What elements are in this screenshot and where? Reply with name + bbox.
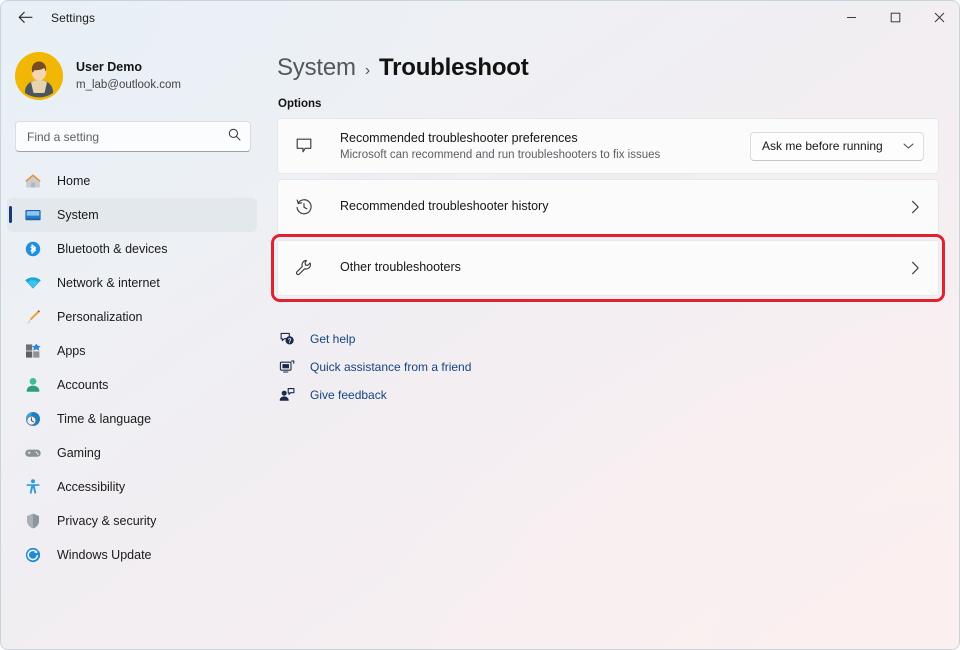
sidebar-item-apps[interactable]: Apps bbox=[7, 334, 257, 368]
search-placeholder: Find a setting bbox=[27, 130, 99, 144]
sidebar-item-system[interactable]: System bbox=[7, 198, 257, 232]
profile-name: User Demo bbox=[76, 60, 181, 76]
user-profile[interactable]: User Demo m_lab@outlook.com bbox=[15, 48, 263, 104]
avatar bbox=[15, 52, 63, 100]
sidebar-item-personalization[interactable]: Personalization bbox=[7, 300, 257, 334]
breadcrumb: System › Troubleshoot bbox=[277, 54, 960, 82]
breadcrumb-parent[interactable]: System bbox=[277, 54, 356, 82]
card-other-troubleshooters[interactable]: Other troubleshooters bbox=[277, 240, 939, 296]
section-label: Options bbox=[278, 98, 960, 110]
sidebar-item-label: Accessibility bbox=[57, 480, 125, 494]
clock-globe-icon bbox=[23, 409, 43, 429]
link-label: Give feedback bbox=[310, 388, 387, 402]
chevron-right-icon bbox=[911, 200, 920, 214]
sidebar-item-label: Privacy & security bbox=[57, 514, 156, 528]
sidebar-item-label: Network & internet bbox=[57, 276, 160, 290]
maximize-button[interactable] bbox=[873, 1, 917, 34]
minimize-button[interactable] bbox=[829, 1, 873, 34]
sidebar: User Demo m_lab@outlook.com Find a setti… bbox=[1, 34, 263, 650]
sidebar-item-home[interactable]: Home bbox=[7, 164, 257, 198]
bluetooth-icon bbox=[23, 239, 43, 259]
paintbrush-icon bbox=[23, 307, 43, 327]
speech-bubble-icon bbox=[292, 134, 316, 158]
sidebar-item-label: Apps bbox=[57, 344, 86, 358]
shield-icon bbox=[23, 511, 43, 531]
accessibility-icon bbox=[23, 477, 43, 497]
minimize-icon bbox=[846, 12, 857, 23]
sidebar-item-label: Time & language bbox=[57, 412, 151, 426]
page-title: Troubleshoot bbox=[379, 54, 529, 82]
breadcrumb-separator-icon: › bbox=[365, 62, 370, 80]
sidebar-item-privacy-security[interactable]: Privacy & security bbox=[7, 504, 257, 538]
maximize-icon bbox=[890, 12, 901, 23]
sidebar-nav: Home System bbox=[1, 164, 263, 572]
card-title: Other troubleshooters bbox=[340, 260, 911, 276]
sidebar-item-windows-update[interactable]: Windows Update bbox=[7, 538, 257, 572]
link-label: Get help bbox=[310, 332, 355, 346]
back-arrow-icon bbox=[18, 11, 33, 24]
person-icon bbox=[23, 375, 43, 395]
history-clock-icon bbox=[292, 195, 316, 219]
sidebar-item-label: Accounts bbox=[57, 378, 108, 392]
card-title: Recommended troubleshooter history bbox=[340, 199, 911, 215]
search-input[interactable]: Find a setting bbox=[15, 121, 251, 152]
sidebar-item-accounts[interactable]: Accounts bbox=[7, 368, 257, 402]
card-title: Recommended troubleshooter preferences bbox=[340, 131, 750, 147]
apps-grid-icon bbox=[23, 341, 43, 361]
sidebar-item-label: Windows Update bbox=[57, 548, 152, 562]
card-subtitle: Microsoft can recommend and run troubles… bbox=[340, 149, 750, 161]
main-content: System › Troubleshoot Options Recommende… bbox=[263, 34, 960, 650]
card-recommended-troubleshooter-preferences[interactable]: Recommended troubleshooter preferences M… bbox=[277, 118, 939, 174]
sidebar-item-accessibility[interactable]: Accessibility bbox=[7, 470, 257, 504]
sidebar-item-bluetooth-devices[interactable]: Bluetooth & devices bbox=[7, 232, 257, 266]
search-icon bbox=[228, 128, 241, 146]
system-monitor-icon bbox=[23, 205, 43, 225]
chevron-right-icon bbox=[911, 261, 920, 275]
update-refresh-icon bbox=[23, 545, 43, 565]
close-icon bbox=[934, 12, 945, 23]
sidebar-item-label: Home bbox=[57, 174, 90, 188]
sidebar-item-time-language[interactable]: Time & language bbox=[7, 402, 257, 436]
link-give-feedback[interactable]: Give feedback bbox=[277, 381, 960, 409]
card-recommended-troubleshooter-history[interactable]: Recommended troubleshooter history bbox=[277, 179, 939, 235]
help-links: Get help Quick assistance from a friend bbox=[277, 325, 960, 409]
link-quick-assistance[interactable]: Quick assistance from a friend bbox=[277, 353, 960, 381]
back-button[interactable] bbox=[9, 2, 41, 34]
title-bar: Settings bbox=[1, 1, 960, 34]
profile-email: m_lab@outlook.com bbox=[76, 78, 181, 92]
help-question-icon bbox=[277, 329, 297, 349]
sidebar-item-network-internet[interactable]: Network & internet bbox=[7, 266, 257, 300]
home-icon bbox=[23, 171, 43, 191]
dropdown-value: Ask me before running bbox=[762, 139, 883, 153]
sidebar-item-gaming[interactable]: Gaming bbox=[7, 436, 257, 470]
sidebar-item-label: Bluetooth & devices bbox=[57, 242, 168, 256]
feedback-person-icon bbox=[277, 385, 297, 405]
wrench-icon bbox=[292, 256, 316, 280]
sidebar-item-label: System bbox=[57, 208, 99, 222]
options-list: Recommended troubleshooter preferences M… bbox=[277, 118, 939, 296]
link-get-help[interactable]: Get help bbox=[277, 325, 960, 353]
close-button[interactable] bbox=[917, 1, 960, 34]
settings-window: Settings bbox=[0, 0, 960, 650]
sidebar-item-label: Gaming bbox=[57, 446, 101, 460]
gamepad-icon bbox=[23, 443, 43, 463]
chevron-down-icon bbox=[903, 142, 914, 150]
wifi-icon bbox=[23, 273, 43, 293]
remote-monitor-icon bbox=[277, 357, 297, 377]
window-controls bbox=[829, 1, 960, 34]
link-label: Quick assistance from a friend bbox=[310, 360, 471, 374]
recommended-troubleshooter-preferences-dropdown[interactable]: Ask me before running bbox=[750, 132, 924, 161]
sidebar-item-label: Personalization bbox=[57, 310, 142, 324]
window-title: Settings bbox=[51, 11, 95, 25]
